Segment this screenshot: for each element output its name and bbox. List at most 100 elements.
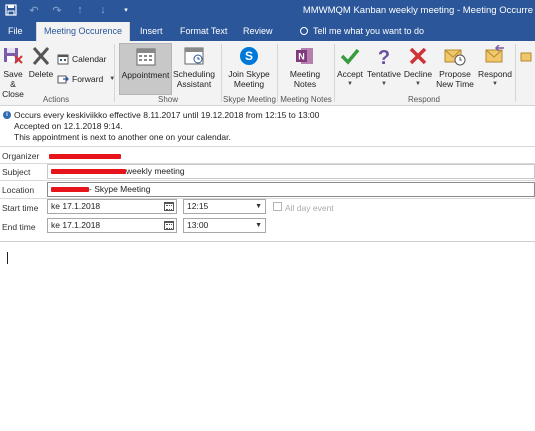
propose-new-time-label: Propose New Time [436,69,474,89]
accept-dropdown-icon[interactable]: ▼ [347,79,353,89]
chevron-down-icon[interactable]: ▼ [255,200,262,213]
join-skype-label: Join Skype Meeting [228,69,270,89]
save-close-button[interactable]: Save & Close [0,43,26,99]
info-bar: i Occurs every keskiviikko effective 8.1… [0,107,535,145]
redo-icon[interactable]: ↷ [50,3,64,17]
save-close-icon [2,45,24,67]
tab-file[interactable]: File [8,22,23,41]
scheduling-assistant-icon [183,45,205,67]
join-skype-meeting-button[interactable]: S Join Skype Meeting [224,43,274,95]
group-label-respond: Respond [407,95,441,104]
decline-dropdown-icon[interactable]: ▼ [415,79,421,89]
calendar-icon [57,53,69,65]
decline-button[interactable]: Decline ▼ [403,43,433,95]
calendar-icon[interactable] [164,221,174,230]
forward-label: Forward [72,73,104,84]
calendar-label: Calendar [72,53,107,64]
group-divider [114,44,115,102]
decline-label: Decline [403,69,433,79]
group-divider [334,44,335,102]
undo-icon[interactable]: ↶ [27,3,41,17]
end-date-value: ke 17.1.2018 [51,220,101,230]
forward-icon [57,73,69,85]
group-label-actions: Actions [42,95,70,104]
overflow-icon [520,51,532,63]
divider [0,180,535,181]
redacted-subject [51,169,126,175]
info-icon: i [3,111,11,119]
organizer-value [49,151,121,161]
start-time-label: Start time [2,203,39,213]
appointment-button[interactable]: Appointment [119,43,172,95]
group-divider [515,44,516,102]
start-time-value: 12:15 [187,201,209,211]
svg-text:N: N [298,52,305,62]
down-arrow-icon[interactable]: ↓ [96,3,110,17]
propose-new-time-icon [444,45,466,67]
meeting-notes-label: Meeting Notes [289,69,321,89]
customize-toolbar-icon[interactable]: ▾ [119,3,133,17]
quick-access-toolbar: ↶ ↷ ↑ ↓ ▾ [4,3,133,17]
scheduling-assistant-button[interactable]: Scheduling Assistant [173,43,215,95]
divider [0,146,535,147]
calendar-icon[interactable] [164,202,174,211]
svg-text:S: S [245,49,253,63]
text-cursor [7,252,8,264]
organizer-label: Organizer [2,151,40,161]
location-label: Location [2,185,35,195]
end-time-label: End time [2,222,36,232]
end-date-picker[interactable]: ke 17.1.2018 [47,218,177,233]
delete-label: Delete [28,69,54,79]
overflow-button[interactable] [520,49,534,64]
checkmark-icon [339,45,361,67]
start-date-value: ke 17.1.2018 [51,201,101,211]
lightbulb-icon [300,27,308,35]
question-mark-icon: ? [373,45,395,69]
title-bar: ↶ ↷ ↑ ↓ ▾ MMWMQM Kanban weekly meeting -… [0,0,535,22]
group-label-skype: Skype Meeting [223,95,276,104]
tentative-label: Tentative [366,69,402,79]
subject-field[interactable]: weekly meeting [47,164,535,179]
tab-insert[interactable]: Insert [140,22,163,41]
respond-button[interactable]: Respond ▼ [478,43,512,95]
accepted-text: Accepted on 12.1.2018 9:14. [14,121,123,131]
skype-icon: S [238,45,260,67]
decline-x-icon [407,45,429,67]
tab-meeting-occurence[interactable]: Meeting Occurence [36,22,130,41]
respond-label: Respond [477,69,513,79]
calendar-button[interactable]: Calendar [57,51,107,66]
start-date-picker[interactable]: ke 17.1.2018 [47,199,177,214]
tentative-dropdown-icon[interactable]: ▼ [381,79,387,89]
accept-button[interactable]: Accept ▼ [336,43,364,95]
tentative-button[interactable]: ? Tentative ▼ [366,43,402,95]
chevron-down-icon[interactable]: ▼ [255,219,262,232]
scheduling-assistant-label: Scheduling Assistant [172,69,216,89]
meeting-notes-button[interactable]: N Meeting Notes [282,43,328,95]
end-time-dropdown[interactable]: 13:00 ▼ [183,218,266,233]
tell-me-search[interactable]: Tell me what you want to do [300,22,424,41]
window-title: MMWMQM Kanban weekly meeting - Meeting O… [302,5,533,16]
location-suffix: - Skype Meeting [89,184,151,194]
delete-x-icon [30,45,52,67]
location-field[interactable]: - Skype Meeting [47,182,535,197]
appointment-label: Appointment [121,70,170,80]
conflict-text: This appointment is next to another one … [14,132,231,142]
tab-review[interactable]: Review [243,22,273,41]
up-arrow-icon[interactable]: ↑ [73,3,87,17]
propose-new-time-button[interactable]: Propose New Time [434,43,476,95]
all-day-checkbox[interactable] [273,202,282,211]
redacted-organizer [49,154,121,160]
respond-dropdown-icon[interactable]: ▼ [492,79,498,89]
redacted-location [51,187,89,193]
delete-button[interactable]: Delete [28,43,54,95]
svg-text:?: ? [378,47,390,67]
save-icon[interactable] [4,3,18,17]
meeting-body-editor[interactable] [0,241,535,431]
forward-button[interactable]: Forward ▼ [57,71,115,86]
end-time-value: 13:00 [187,220,209,230]
subject-suffix: weekly meeting [126,166,185,176]
ribbon-tabs: File Meeting Occurence Insert Format Tex… [0,22,535,41]
start-time-dropdown[interactable]: 12:15 ▼ [183,199,266,214]
tab-format-text[interactable]: Format Text [180,22,227,41]
ribbon: Save & Close Delete Calendar Forward ▼ A… [0,41,535,106]
